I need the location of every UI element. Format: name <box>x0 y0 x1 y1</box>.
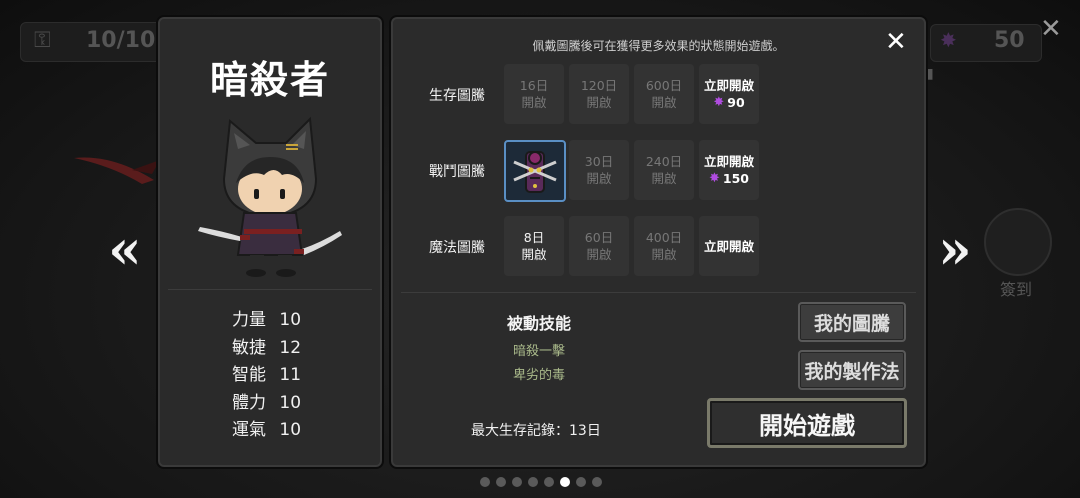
checkin-label: 簽到 <box>1000 280 1033 299</box>
slot-unlock-text: 開啟 <box>521 95 547 110</box>
page-dot-active[interactable] <box>560 477 570 487</box>
best-survival-record: 最大生存記錄：13日 <box>471 423 601 439</box>
totem-slot-locked[interactable]: 30日 開啟 <box>569 140 629 200</box>
character-panel: 暗殺者 力量 10 敏捷 12 智能 11 體力 10 運氣 10 <box>156 15 384 469</box>
stat-name: 敏捷 <box>232 337 266 358</box>
stat-name: 智能 <box>232 365 266 385</box>
totem-row-label: 戰鬥圖騰 <box>429 164 485 180</box>
slot-unlock-text: 開啟 <box>586 171 612 186</box>
stat-value: 10 <box>279 392 302 413</box>
close-icon[interactable]: ✕ <box>1040 14 1062 44</box>
my-totem-button[interactable]: 我的圖騰 <box>798 302 906 342</box>
section-divider <box>401 292 916 293</box>
price: ✸ 90 <box>713 94 744 111</box>
slot-unlock-text: 開啟 <box>586 247 612 262</box>
passive-skill-title: 被動技能 <box>507 314 572 333</box>
totem-row-label: 生存圖騰 <box>429 88 485 104</box>
totem-slot-locked[interactable]: 60日 開啟 <box>569 216 629 276</box>
instant-unlock-button[interactable]: 立即開啟 ✸ 90 <box>699 64 759 124</box>
prev-character-arrow-icon[interactable]: « <box>108 222 142 276</box>
start-game-button[interactable]: 開始遊戲 <box>707 398 907 448</box>
page-dot[interactable] <box>480 477 490 487</box>
instant-unlock-button[interactable]: 立即開啟 <box>699 216 759 276</box>
slot-unlock-text: 開啟 <box>651 95 677 110</box>
slot-days: 60日 <box>584 230 614 245</box>
gem-count: 50 <box>994 28 1025 53</box>
key-icon: ⚿ <box>34 28 51 53</box>
character-name: 暗殺者 <box>209 58 330 102</box>
equipped-totem-slot[interactable] <box>504 140 566 202</box>
gem-icon: ✸ <box>713 95 725 110</box>
totem-slot-locked[interactable]: 16日 開啟 <box>504 64 564 124</box>
instant-unlock-label: 立即開啟 <box>703 238 754 254</box>
stat-name: 體力 <box>232 392 266 413</box>
stat-row-luck: 運氣 10 <box>232 417 301 445</box>
passive-skill-item: 暗殺一擊 <box>513 344 566 359</box>
totem-slot-locked[interactable]: 400日 開啟 <box>634 216 694 276</box>
page-dot[interactable] <box>576 477 586 487</box>
gem-icon: ✸ <box>709 171 720 186</box>
slot-days: 120日 <box>580 78 618 93</box>
weapon-icon <box>74 157 160 184</box>
combat-totem-icon <box>513 151 557 193</box>
my-recipe-button[interactable]: 我的製作法 <box>798 350 906 390</box>
page-dot[interactable] <box>512 477 522 487</box>
slot-days: 16日 <box>519 78 549 93</box>
slot-days: 8日 <box>523 230 545 245</box>
page-dot[interactable] <box>544 477 554 487</box>
stat-row-strength: 力量 10 <box>232 307 301 335</box>
stat-value: 10 <box>279 310 302 330</box>
checkin-icon <box>984 208 1052 276</box>
gem-icon: ✸ <box>940 28 957 52</box>
slot-days: 600日 <box>645 78 683 93</box>
price-value: 150 <box>722 171 749 186</box>
totem-slot-available[interactable]: 8日 開啟 <box>504 216 564 276</box>
stat-row-agility: 敏捷 12 <box>232 335 301 363</box>
price: ✸ 150 <box>709 170 749 187</box>
page-dot[interactable] <box>528 477 538 487</box>
totem-row-label: 魔法圖騰 <box>429 240 485 256</box>
price-value: 90 <box>727 95 745 110</box>
stat-value: 10 <box>279 420 302 440</box>
stat-name: 力量 <box>232 310 266 330</box>
slot-days: 240日 <box>645 154 683 169</box>
page-dot[interactable] <box>496 477 506 487</box>
slot-unlock-text: 開啟 <box>521 247 547 262</box>
totem-slot-locked[interactable]: 600日 開啟 <box>634 64 694 124</box>
passive-skill-item: 卑劣的毒 <box>513 368 566 383</box>
stat-value: 12 <box>279 337 302 358</box>
slot-unlock-text: 開啟 <box>651 171 677 186</box>
totem-hint: 佩戴圖騰後可在獲得更多效果的狀態開始遊戲。 <box>532 39 785 53</box>
energy-count: 10/10 <box>86 28 156 53</box>
stats-divider <box>168 289 372 290</box>
page-indicator <box>480 477 602 487</box>
slot-unlock-text: 開啟 <box>651 247 677 262</box>
slot-unlock-text: 開啟 <box>586 95 612 110</box>
page-dot[interactable] <box>592 477 602 487</box>
instant-unlock-label: 立即開啟 <box>703 78 754 93</box>
totem-slot-locked[interactable]: 240日 開啟 <box>634 140 694 200</box>
stat-row-intelligence: 智能 11 <box>232 362 301 390</box>
close-panel-icon[interactable]: ✕ <box>885 29 907 55</box>
stats-list: 力量 10 敏捷 12 智能 11 體力 10 運氣 10 <box>232 307 301 445</box>
stat-row-stamina: 體力 10 <box>232 390 301 418</box>
stat-name: 運氣 <box>232 420 266 440</box>
slot-days: 400日 <box>645 230 683 245</box>
instant-unlock-button[interactable]: 立即開啟 ✸ 150 <box>699 140 759 200</box>
stat-value: 11 <box>279 365 302 385</box>
next-character-arrow-icon[interactable]: » <box>938 222 972 276</box>
character-portrait <box>198 116 342 277</box>
instant-unlock-label: 立即開啟 <box>703 154 754 169</box>
totem-slot-locked[interactable]: 120日 開啟 <box>569 64 629 124</box>
totem-panel: 佩戴圖騰後可在獲得更多效果的狀態開始遊戲。 ✕ 生存圖騰 16日 開啟 120日… <box>389 15 928 469</box>
slot-days: 30日 <box>584 154 614 169</box>
